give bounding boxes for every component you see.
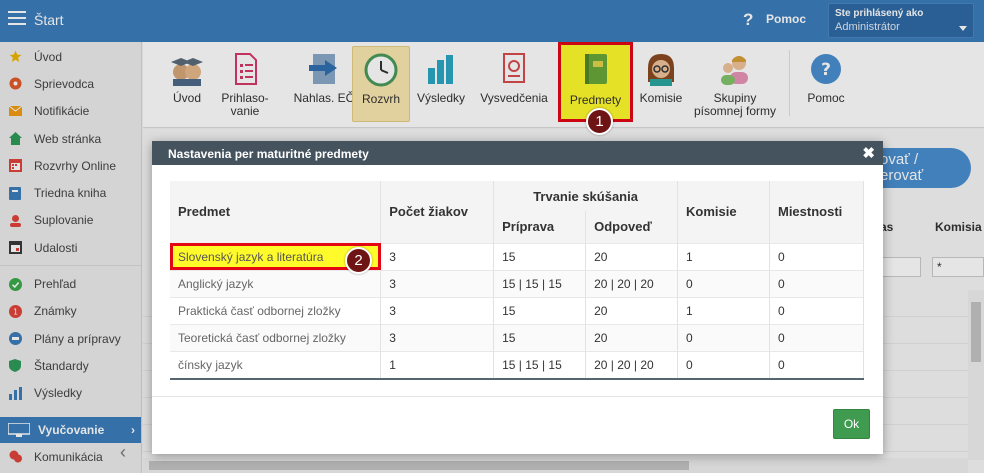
subject-settings-dialog: Nastavenia per maturitné predmety ✖ Pred… <box>152 141 883 454</box>
column-header-trvanie: Trvanie skúšania <box>493 181 679 211</box>
room-count: 0 <box>769 323 865 351</box>
answer-time: 20 | 20 | 20 <box>585 350 679 378</box>
room-count: 0 <box>769 269 865 297</box>
table-row[interactable]: Anglický jazyk 3 15 | 15 | 15 20 | 20 | … <box>170 269 865 297</box>
subject-name[interactable]: Anglický jazyk <box>170 269 382 297</box>
room-count: 0 <box>769 242 865 270</box>
table-row[interactable]: Slovenský jazyk a literatúra 3 15 20 1 0 <box>170 242 865 270</box>
table-bottom-border <box>170 378 864 380</box>
student-count: 3 <box>380 296 495 324</box>
answer-time: 20 <box>585 296 679 324</box>
dialog-header: Nastavenia per maturitné predmety ✖ <box>152 141 883 165</box>
student-count: 1 <box>380 350 495 378</box>
student-count: 3 <box>380 323 495 351</box>
preparation-time: 15 <box>493 296 587 324</box>
subjects-table: Predmet Počet žiakov Trvanie skúšania Ko… <box>170 181 865 378</box>
table-row[interactable]: Praktická časť odbornej zložky 3 15 20 1… <box>170 296 865 324</box>
room-count: 0 <box>769 296 865 324</box>
preparation-time: 15 | 15 | 15 <box>493 350 587 378</box>
ok-button[interactable]: Ok <box>833 409 870 439</box>
preparation-time: 15 <box>493 323 587 351</box>
committee-count: 0 <box>677 350 770 378</box>
column-header-pocet[interactable]: Počet žiakov <box>380 181 495 243</box>
student-count: 3 <box>380 269 495 297</box>
close-icon[interactable]: ✖ <box>862 144 875 162</box>
column-header-odpoved[interactable]: Odpoveď <box>585 211 679 243</box>
step-badge-1: 1 <box>586 108 613 135</box>
dialog-footer-divider <box>152 396 883 397</box>
subject-name[interactable]: Teoretická časť odbornej zložky <box>170 323 382 351</box>
subject-name[interactable]: čínsky jazyk <box>170 350 382 378</box>
column-header-komisie[interactable]: Komisie <box>677 181 770 243</box>
subject-name[interactable]: Praktická časť odbornej zložky <box>170 296 382 324</box>
answer-time: 20 | 20 | 20 <box>585 269 679 297</box>
column-header-priprava[interactable]: Príprava <box>493 211 587 243</box>
table-row[interactable]: čínsky jazyk 1 15 | 15 | 15 20 | 20 | 20… <box>170 350 865 378</box>
student-count: 3 <box>380 242 495 270</box>
preparation-time: 15 <box>493 242 587 270</box>
answer-time: 20 <box>585 242 679 270</box>
committee-count: 1 <box>677 296 770 324</box>
column-header-predmet[interactable]: Predmet <box>170 181 382 243</box>
step-badge-2: 2 <box>345 247 372 274</box>
committee-count: 0 <box>677 323 770 351</box>
dialog-body: Predmet Počet žiakov Trvanie skúšania Ko… <box>170 181 865 380</box>
table-row[interactable]: Teoretická časť odbornej zložky 3 15 20 … <box>170 323 865 351</box>
dialog-title: Nastavenia per maturitné predmety <box>168 147 369 161</box>
column-header-miestnosti[interactable]: Miestnosti <box>769 181 865 243</box>
answer-time: 20 <box>585 323 679 351</box>
room-count: 0 <box>769 350 865 378</box>
committee-count: 0 <box>677 269 770 297</box>
committee-count: 1 <box>677 242 770 270</box>
preparation-time: 15 | 15 | 15 <box>493 269 587 297</box>
